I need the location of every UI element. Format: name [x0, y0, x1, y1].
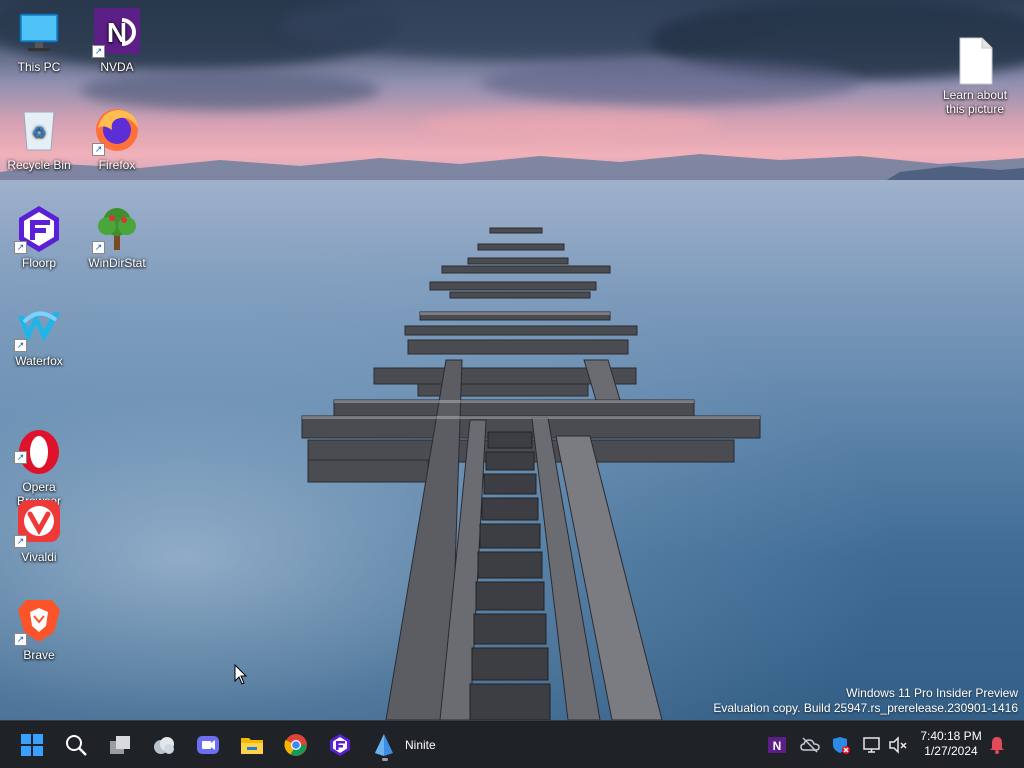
windirstat-icon: ↗ [92, 204, 142, 254]
start-button[interactable] [16, 729, 48, 761]
file-explorer-icon [241, 738, 263, 754]
nvda-tray-icon: N [768, 737, 786, 753]
desktop-icon-label: NVDA [100, 60, 134, 74]
teams-chat-button[interactable] [192, 729, 224, 761]
network-icon [863, 737, 880, 753]
document-icon [950, 22, 1000, 85]
shortcut-arrow-icon: ↗ [14, 241, 27, 254]
desktop-icon-label: Vivaldi [21, 550, 57, 564]
teams-chat-icon [197, 736, 219, 754]
desktop-icon-brave[interactable]: ↗ Brave [1, 596, 77, 662]
desktop-icon-label: Floorp [21, 256, 56, 270]
network-tray-button[interactable] [862, 735, 882, 755]
desktop-icon-learn-about-picture[interactable]: Learn about this picture [937, 8, 1013, 130]
opera-icon: ↗ [14, 414, 64, 474]
monitor-icon [14, 8, 64, 58]
desktop-icon-label: Recycle Bin [7, 158, 71, 172]
ninite-icon [375, 734, 393, 756]
onedrive-tray-button[interactable] [800, 735, 820, 755]
desktop-icon-label: Waterfox [15, 354, 63, 368]
running-indicator [382, 758, 388, 761]
floorp-icon [330, 734, 350, 756]
windows-security-tray-button[interactable] [831, 735, 851, 755]
windows-watermark: Windows 11 Pro Insider Preview Evaluatio… [713, 686, 1018, 716]
floorp-taskbar-button[interactable] [324, 729, 356, 761]
waterfox-icon: ↗ [14, 302, 64, 352]
desktop-icon-vivaldi[interactable]: ↗ Vivaldi [1, 498, 77, 564]
shortcut-arrow-icon: ↗ [14, 451, 27, 464]
notification-bell-icon [990, 737, 1004, 754]
desktop-icon-recycle-bin[interactable]: ♻ Recycle Bin [1, 106, 77, 172]
floorp-icon: ↗ [14, 204, 64, 254]
task-view-icon [110, 736, 130, 754]
desktop-icon-nvda[interactable]: N ↗ NVDA [79, 8, 155, 74]
volume-tray-button[interactable] [888, 735, 908, 755]
vivaldi-icon: ↗ [14, 498, 64, 548]
ninite-label: Ninite [405, 738, 436, 752]
shortcut-arrow-icon: ↗ [14, 633, 27, 646]
widgets-icon [154, 737, 174, 754]
shortcut-arrow-icon: ↗ [92, 241, 105, 254]
watermark-build: Evaluation copy. Build 25947.rs_prerelea… [713, 701, 1018, 715]
windows-security-icon [833, 737, 850, 754]
svg-text:N: N [773, 739, 782, 753]
desktop-icon-floorp[interactable]: ↗ Floorp [1, 204, 77, 270]
volume-muted-icon [889, 736, 907, 754]
search-icon [66, 735, 87, 756]
file-explorer-button[interactable] [236, 729, 268, 761]
notification-center-button[interactable] [987, 735, 1007, 755]
desktop-icon-waterfox[interactable]: ↗ Waterfox [1, 302, 77, 368]
shortcut-arrow-icon: ↗ [14, 339, 27, 352]
onedrive-icon [800, 737, 820, 753]
desktop-icon-this-pc[interactable]: This PC [1, 8, 77, 74]
watermark-edition: Windows 11 Pro Insider Preview [846, 686, 1018, 700]
system-clock[interactable]: 7:40:18 PM 1/27/2024 [914, 729, 988, 759]
desktop-icon-label: Firefox [98, 158, 136, 172]
shortcut-arrow-icon: ↗ [14, 535, 27, 548]
desktop-icon-windirstat[interactable]: ↗ WinDirStat [79, 204, 155, 270]
svg-text:♻: ♻ [32, 123, 46, 142]
desktop-icon-firefox[interactable]: ↗ Firefox [79, 106, 155, 172]
desktop-icon-label: WinDirStat [88, 256, 146, 270]
clock-time: 7:40:18 PM [920, 729, 982, 743]
chrome-icon [284, 734, 307, 756]
firefox-icon: ↗ [92, 106, 142, 156]
desktop-icon-label: This PC [17, 60, 61, 74]
brave-icon: ↗ [14, 596, 64, 646]
start-icon [21, 734, 43, 756]
desktop-icon-label: Brave [23, 648, 55, 662]
recycle-bin-icon: ♻ [14, 106, 64, 156]
desktop-icon-label: Learn about this picture [942, 88, 1008, 116]
shortcut-arrow-icon: ↗ [92, 143, 105, 156]
clock-date: 1/27/2024 [924, 744, 978, 758]
nvda-icon: N ↗ [92, 8, 142, 58]
chrome-button[interactable] [280, 729, 312, 761]
taskbar: Ninite N 7:40:18 PM 1/27/2024 [0, 720, 1024, 768]
shortcut-arrow-icon: ↗ [92, 45, 105, 58]
mouse-cursor-icon [234, 664, 248, 685]
search-button[interactable] [60, 729, 92, 761]
widgets-button[interactable] [148, 729, 180, 761]
task-view-button[interactable] [104, 729, 136, 761]
nvda-tray-button[interactable]: N [767, 735, 787, 755]
